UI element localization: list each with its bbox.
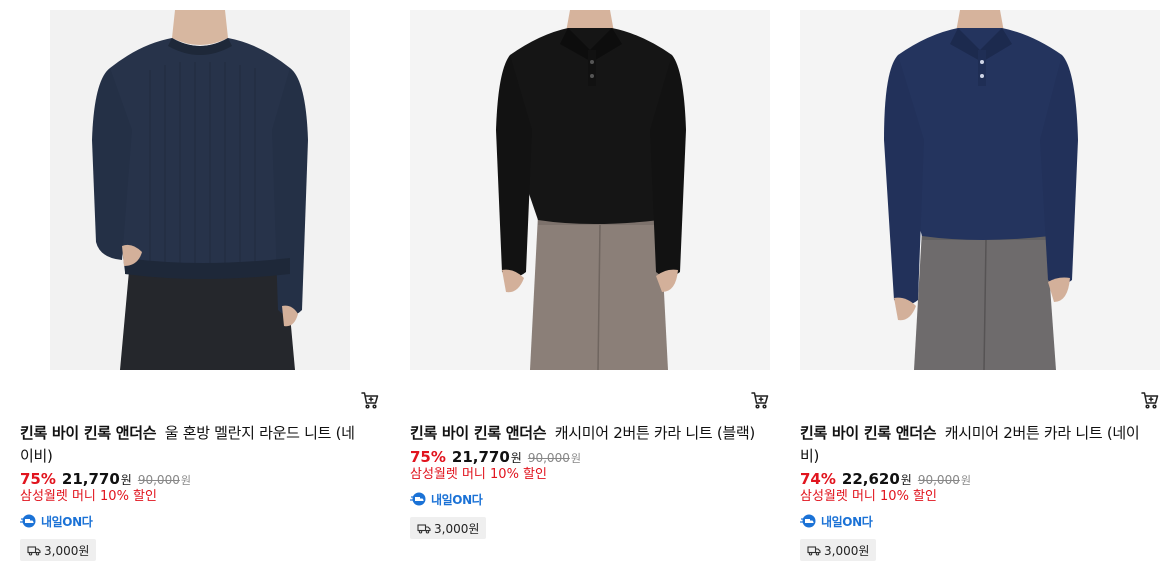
- delivery-badge-label: 내일ON다: [41, 514, 93, 529]
- product-title[interactable]: 킨록 바이 킨록 앤더슨 울 혼방 멜란지 라운드 니트 (네이비): [20, 422, 365, 468]
- sale-price-unit: 원: [510, 451, 522, 465]
- truck-icon: [27, 545, 41, 556]
- product-title[interactable]: 킨록 바이 킨록 앤더슨 캐시미어 2버튼 카라 니트 (네이비): [800, 422, 1145, 468]
- cart-icon[interactable]: [1140, 390, 1160, 410]
- truck-icon: [417, 523, 431, 534]
- truck-fast-icon: [800, 514, 816, 528]
- sale-price: 21,770: [451, 448, 510, 466]
- sale-price-unit: 원: [120, 473, 132, 487]
- product-image[interactable]: [410, 10, 770, 370]
- sale-price: 22,620: [841, 470, 900, 488]
- shipping-fee: 3,000원: [410, 517, 487, 539]
- product-image[interactable]: [50, 10, 350, 370]
- original-price: 90,000: [527, 451, 570, 465]
- shipping-fee-label: 3,000원: [434, 521, 480, 536]
- brand-name: 킨록 바이 킨록 앤더슨: [20, 424, 157, 442]
- promo-text: 삼성월렛 머니 10% 할인: [20, 489, 157, 504]
- product-name: 캐시미어 2버튼 카라 니트 (블랙): [554, 424, 756, 442]
- cart-icon[interactable]: [360, 390, 380, 410]
- truck-icon: [807, 545, 821, 556]
- delivery-badge: 내일ON다: [20, 512, 93, 530]
- shipping-fee-label: 3,000원: [44, 543, 90, 558]
- discount-rate: 75%: [20, 470, 56, 488]
- original-price: 90,000: [137, 473, 180, 487]
- discount-rate: 75%: [410, 448, 446, 466]
- delivery-badge-label: 내일ON다: [821, 514, 873, 529]
- promo-text: 삼성월렛 머니 10% 할인: [410, 467, 547, 482]
- truck-fast-icon: [410, 492, 426, 506]
- product-title[interactable]: 킨록 바이 킨록 앤더슨 캐시미어 2버튼 카라 니트 (블랙): [410, 422, 755, 445]
- product-image[interactable]: [800, 10, 1160, 370]
- sale-price-unit: 원: [900, 473, 912, 487]
- original-price-unit: 원: [960, 474, 971, 487]
- brand-name: 킨록 바이 킨록 앤더슨: [800, 424, 937, 442]
- promo-text: 삼성월렛 머니 10% 할인: [800, 489, 937, 504]
- cart-icon[interactable]: [750, 390, 770, 410]
- discount-rate: 74%: [800, 470, 836, 488]
- shipping-fee: 3,000원: [20, 539, 97, 561]
- product-card[interactable]: 킨록 바이 킨록 앤더슨 울 혼방 멜란지 라운드 니트 (네이비) 75% 21…: [20, 0, 380, 571]
- truck-fast-icon: [20, 514, 36, 528]
- delivery-badge-label: 내일ON다: [431, 492, 483, 507]
- delivery-badge: 내일ON다: [410, 490, 483, 508]
- original-price-unit: 원: [180, 474, 191, 487]
- original-price-unit: 원: [570, 452, 581, 465]
- product-card[interactable]: 킨록 바이 킨록 앤더슨 캐시미어 2버튼 카라 니트 (블랙) 75% 21,7…: [410, 0, 770, 571]
- shipping-fee-label: 3,000원: [824, 543, 870, 558]
- brand-name: 킨록 바이 킨록 앤더슨: [410, 424, 547, 442]
- product-card[interactable]: 킨록 바이 킨록 앤더슨 캐시미어 2버튼 카라 니트 (네이비) 74% 22,…: [800, 0, 1160, 571]
- product-grid: 킨록 바이 킨록 앤더슨 울 혼방 멜란지 라운드 니트 (네이비) 75% 21…: [0, 0, 1169, 571]
- original-price: 90,000: [917, 473, 960, 487]
- shipping-fee: 3,000원: [800, 539, 877, 561]
- sale-price: 21,770: [61, 470, 120, 488]
- delivery-badge: 내일ON다: [800, 512, 873, 530]
